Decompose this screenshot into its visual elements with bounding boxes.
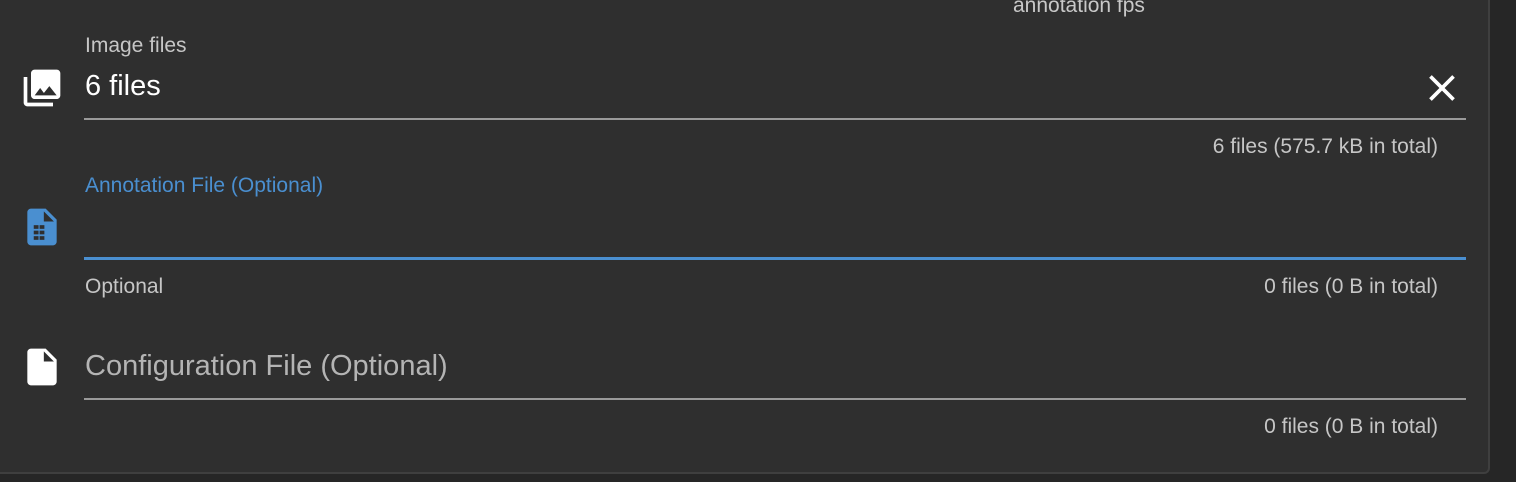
- clear-image-files-button[interactable]: [1420, 66, 1464, 110]
- configuration-file-input[interactable]: Configuration File (Optional): [85, 350, 448, 383]
- image-files-label: Image files: [85, 34, 187, 57]
- file-icon: [20, 345, 64, 389]
- annotation-file-input[interactable]: [84, 205, 1466, 255]
- image-files-underline: [84, 118, 1466, 120]
- photo-library-icon: [20, 66, 64, 110]
- file-upload-card: annotation fps Image files 6 files 6 fil…: [0, 0, 1490, 474]
- annotation-file-label: Annotation File (Optional): [85, 174, 324, 197]
- close-icon: [1429, 75, 1455, 101]
- configuration-file-underline: [84, 398, 1466, 400]
- annotation-file-summary: 0 files (0 B in total): [1264, 275, 1438, 298]
- image-files-input[interactable]: 6 files: [85, 70, 161, 103]
- configuration-file-summary: 0 files (0 B in total): [1264, 415, 1438, 438]
- image-files-summary: 6 files (575.7 kB in total): [1212, 135, 1438, 158]
- annotation-file-underline: [84, 257, 1466, 260]
- annotation-fps-label: annotation fps: [1013, 0, 1145, 17]
- annotation-file-helper: Optional: [85, 275, 164, 298]
- spreadsheet-file-icon: [20, 205, 64, 249]
